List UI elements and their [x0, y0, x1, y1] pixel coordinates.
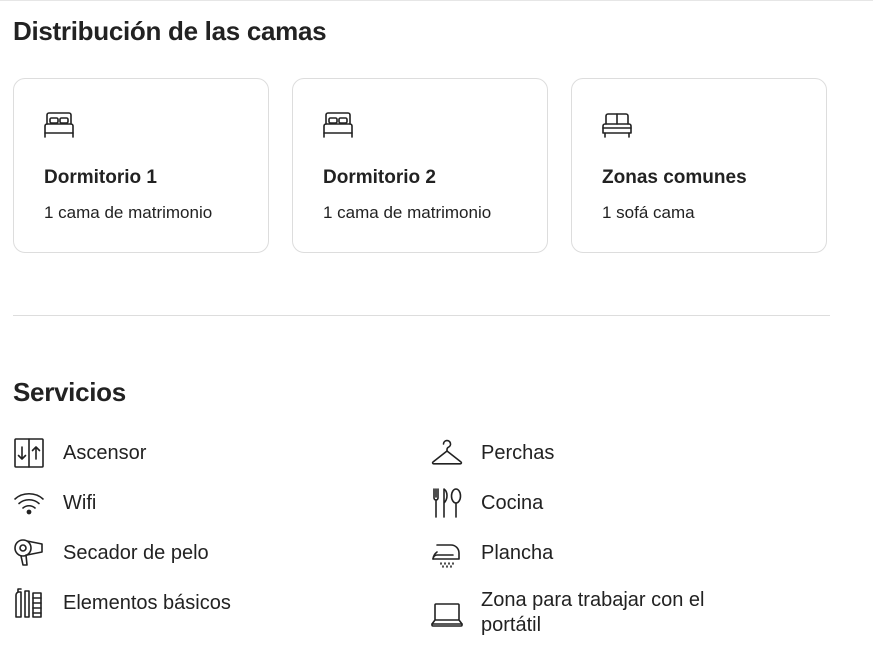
bed-description: 1 sofá cama [602, 203, 695, 222]
amenity-label: Perchas [481, 442, 555, 464]
bed-description: 1 cama de matrimonio [323, 203, 492, 222]
double-bed-icon [43, 110, 75, 140]
bed-card-zonas-comunes: Zonas comunes 1 sofá cama [571, 78, 827, 253]
wifi-icon [13, 487, 45, 519]
sofa-bed-icon [601, 110, 633, 140]
amenity-label: Secador de pelo [63, 542, 209, 564]
amenity-label: Zona para trabajar con el portátil [481, 589, 705, 636]
listing-details-page: Distribución de las camas Dormitorio 1 1… [0, 0, 873, 647]
elevator-icon [13, 437, 45, 469]
top-divider [0, 0, 873, 1]
amenity-label: Plancha [481, 542, 554, 564]
bed-description: 1 cama de matrimonio [44, 203, 213, 222]
double-bed-icon [322, 110, 354, 140]
bed-card-dormitorio-2: Dormitorio 2 1 cama de matrimonio [292, 78, 548, 253]
section-divider [13, 315, 830, 316]
room-name: Dormitorio 1 [44, 167, 157, 188]
hanger-icon [431, 437, 463, 469]
iron-icon [431, 537, 463, 569]
amenity-label: Elementos básicos [63, 592, 231, 614]
amenity-label: Ascensor [63, 442, 147, 464]
toiletries-icon [13, 587, 45, 619]
amenity-label: Cocina [481, 492, 544, 514]
hair-dryer-icon [13, 537, 45, 569]
bed-distribution-title: Distribución de las camas [13, 16, 327, 46]
services-title: Servicios [13, 377, 126, 407]
room-name: Zonas comunes [602, 167, 747, 188]
kitchen-utensils-icon [431, 487, 463, 519]
laptop-workspace-icon [431, 598, 463, 630]
amenity-label: Wifi [63, 492, 97, 514]
bed-card-dormitorio-1: Dormitorio 1 1 cama de matrimonio [13, 78, 269, 253]
room-name: Dormitorio 2 [323, 167, 436, 188]
